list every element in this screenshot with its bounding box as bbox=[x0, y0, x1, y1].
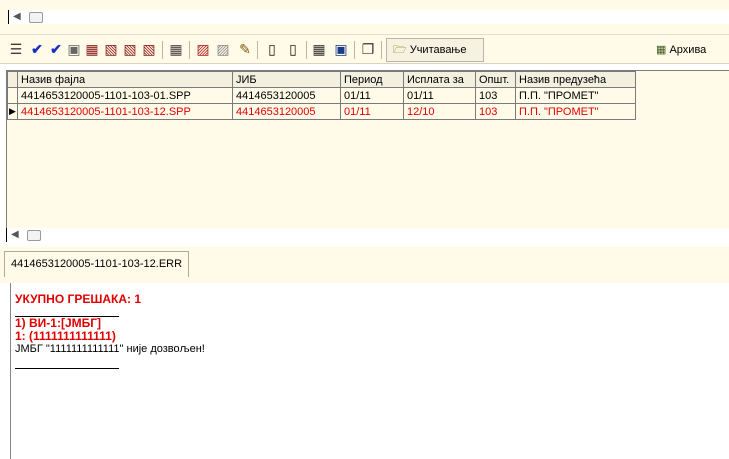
error-header-text: 1) ВИ-1:[ЈМБГ] bbox=[15, 316, 102, 330]
file-name-cell[interactable]: 4414653120005-1101-103-12.SPP bbox=[17, 103, 233, 120]
load-label: Учитавање bbox=[409, 44, 467, 56]
error-value-text: 1: (1111111111111) bbox=[15, 329, 116, 343]
toolbar-separator bbox=[162, 41, 163, 59]
error-message-text: ЈМБГ "1111111111111" није дозвољен! bbox=[15, 343, 205, 355]
document-arrow-icon[interactable]: ▧ bbox=[103, 41, 119, 57]
column-header[interactable]: Назив фајла bbox=[17, 71, 233, 88]
toolbar-separator bbox=[257, 41, 258, 59]
column-header[interactable]: Исплата за bbox=[403, 71, 476, 88]
toolbar-separator bbox=[306, 41, 307, 59]
payment-for-cell[interactable]: 01/11 bbox=[403, 87, 476, 104]
municipality-cell[interactable]: 103 bbox=[475, 103, 516, 120]
divider bbox=[15, 368, 119, 369]
row-indicator-header bbox=[7, 71, 18, 88]
edit-icon[interactable]: ✎ bbox=[237, 41, 253, 57]
scroll-left-icon[interactable]: ◀ bbox=[11, 228, 19, 242]
archive-icon: ▦ bbox=[656, 44, 667, 56]
error-log-panel[interactable]: УКУПНО ГРЕШАКА: 1 1) ВИ-1:[ЈМБГ] 1: (111… bbox=[10, 283, 729, 459]
scroll-thumb[interactable] bbox=[29, 12, 43, 23]
toolbar: ☰ ✔ ✔ ▣ ▦ ▧ ▧ ▧ ▦ ▨ ▨ ✎ ▯ ▯ ▦ ▣ ❐ 🗁 Учит… bbox=[0, 34, 729, 64]
archive-button[interactable]: ▦ Архива bbox=[656, 43, 706, 56]
report-copy-icon[interactable]: ▨ bbox=[215, 41, 231, 57]
municipality-cell[interactable]: 103 bbox=[475, 87, 516, 104]
total-errors-text: УКУПНО ГРЕШАКА: 1 bbox=[15, 292, 142, 306]
payment-for-cell[interactable]: 12/10 bbox=[403, 103, 476, 120]
document-arrow-icon[interactable]: ▧ bbox=[141, 41, 157, 57]
table-row[interactable]: ▶ 4414653120005-1101-103-12.SPP 44146531… bbox=[7, 103, 636, 120]
tab-bar: 4414653120005-1101-103-12.ERR bbox=[0, 247, 729, 283]
table-row[interactable]: 4414653120005-1101-103-01.SPP 4414653120… bbox=[7, 87, 636, 104]
spreadsheet-icon[interactable]: ▦ bbox=[168, 41, 184, 57]
scroll-thumb[interactable] bbox=[27, 230, 41, 241]
toolbar-separator bbox=[381, 41, 382, 59]
top-panel: ◀ bbox=[0, 0, 729, 34]
toolbar-separator bbox=[189, 41, 190, 59]
period-cell[interactable]: 01/11 bbox=[340, 87, 404, 104]
load-button[interactable]: 🗁 Учитавање bbox=[386, 38, 484, 62]
row-indicator bbox=[7, 87, 18, 104]
jib-cell[interactable]: 4414653120005 bbox=[232, 103, 341, 120]
report-icon[interactable]: ▨ bbox=[195, 41, 211, 57]
archive-label: Архива bbox=[669, 44, 707, 56]
tree-icon[interactable]: ☰ bbox=[8, 41, 24, 57]
file-table: Назив фајла ЈИБ Период Исплата за Општ. … bbox=[7, 71, 636, 120]
toolbar-separator bbox=[354, 41, 355, 59]
column-header[interactable]: Општ. bbox=[475, 71, 516, 88]
document-stack-icon[interactable]: ▦ bbox=[84, 41, 100, 57]
screen-icon[interactable]: ▣ bbox=[333, 41, 349, 57]
column-header[interactable]: Период bbox=[340, 71, 404, 88]
current-row-icon: ▶ bbox=[7, 103, 18, 120]
company-name-cell[interactable]: П.П. "ПРОМЕТ" bbox=[515, 87, 636, 104]
pages-icon[interactable]: ▯ bbox=[285, 41, 301, 57]
grid-horizontal-scrollbar[interactable]: ◀ bbox=[6, 228, 729, 242]
column-header[interactable]: Назив предузећа bbox=[515, 71, 636, 88]
folder-icon: 🗁 bbox=[393, 44, 407, 56]
company-name-cell[interactable]: П.П. "ПРОМЕТ" bbox=[515, 103, 636, 120]
double-check-icon[interactable]: ✔ bbox=[48, 41, 64, 57]
page-icon[interactable]: ▯ bbox=[264, 41, 280, 57]
copy-icon[interactable]: ❐ bbox=[360, 41, 376, 57]
check-icon[interactable]: ✔ bbox=[29, 41, 45, 57]
document-icon[interactable]: ▣ bbox=[66, 41, 82, 57]
document-arrow-icon[interactable]: ▧ bbox=[122, 41, 138, 57]
jib-cell[interactable]: 4414653120005 bbox=[232, 87, 341, 104]
tab-error-file[interactable]: 4414653120005-1101-103-12.ERR bbox=[4, 251, 190, 277]
scroll-left-icon[interactable]: ◀ bbox=[13, 10, 21, 24]
period-cell[interactable]: 01/11 bbox=[340, 103, 404, 120]
file-grid: Назив фајла ЈИБ Период Исплата за Општ. … bbox=[6, 70, 729, 228]
file-name-cell[interactable]: 4414653120005-1101-103-01.SPP bbox=[17, 87, 233, 104]
calendar-icon[interactable]: ▦ bbox=[311, 41, 327, 57]
horizontal-scrollbar[interactable]: ◀ bbox=[8, 10, 729, 24]
column-header[interactable]: ЈИБ bbox=[232, 71, 341, 88]
